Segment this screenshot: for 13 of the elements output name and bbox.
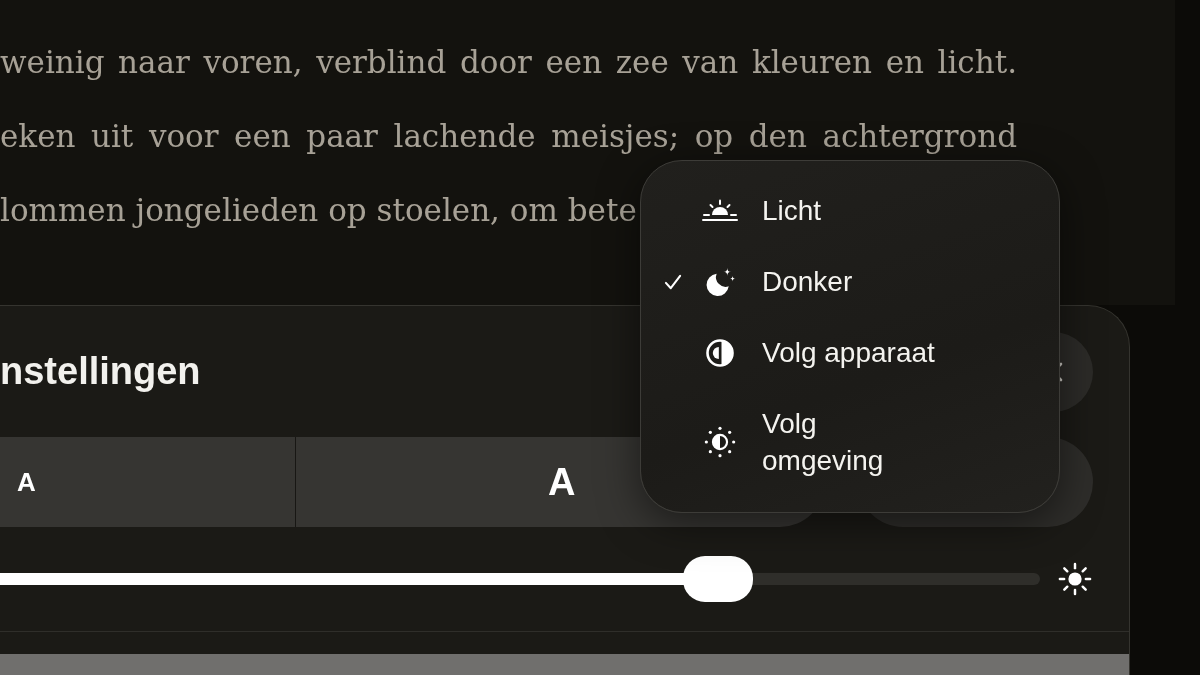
sunrise-icon xyxy=(702,199,738,222)
body-text-line: lommen jongelieden op stoelen, om bete xyxy=(0,191,637,230)
menu-item[interactable]: Volg apparaat xyxy=(641,317,1059,388)
sun-icon xyxy=(1058,562,1092,596)
slider-thumb[interactable] xyxy=(682,556,753,602)
contrast-icon xyxy=(705,337,735,368)
menu-item[interactable]: Volg omgeving xyxy=(641,388,1059,496)
body-text-line: weinig naar voren, verblind door een zee van kleuren en licht. xyxy=(0,43,1017,82)
auto-brightness-icon xyxy=(704,426,736,458)
menu-item[interactable]: Licht xyxy=(641,175,1059,246)
panel-title: nstellingen xyxy=(0,350,201,393)
menu-item[interactable]: Donker xyxy=(641,246,1059,317)
body-text-line: eken uit voor een paar lachende meisjes; op den achtergrond xyxy=(0,117,1017,156)
